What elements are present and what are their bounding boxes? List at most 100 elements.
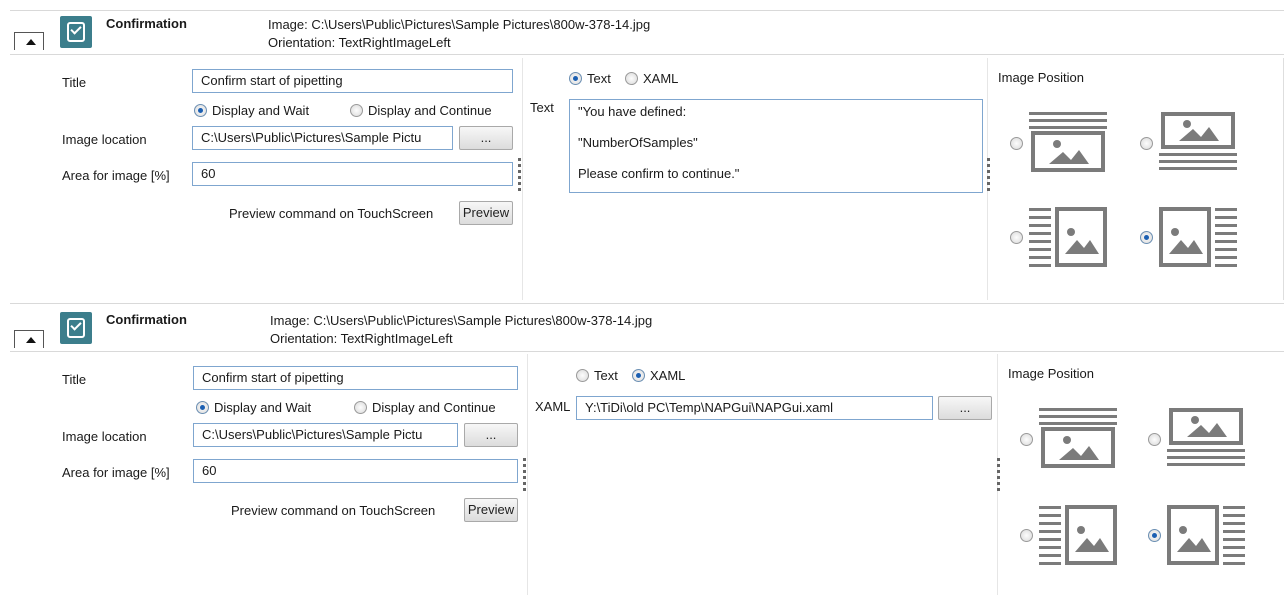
area-for-image-label: Area for image [%] bbox=[62, 465, 170, 480]
layout-image-bottom-icon bbox=[1029, 112, 1107, 172]
image-position-bottom-option[interactable] bbox=[1010, 112, 1109, 174]
content-column: Text XAML Text "You have defined: "Numbe… bbox=[522, 58, 990, 300]
preview-caption: Preview command on TouchScreen bbox=[231, 503, 436, 518]
image-position-right-option[interactable] bbox=[1020, 504, 1119, 566]
area-for-image-field[interactable]: 60 bbox=[192, 162, 513, 186]
layout-image-right-icon bbox=[1039, 505, 1117, 565]
display-and-wait-label: Display and Wait bbox=[212, 103, 310, 118]
radio-unselected-icon bbox=[1020, 432, 1033, 446]
settings-column: Title Confirm start of pipetting Display… bbox=[12, 58, 521, 300]
message-line: "NumberOfSamples" bbox=[578, 135, 698, 150]
title-field[interactable]: Confirm start of pipetting bbox=[193, 366, 518, 390]
command-title: Confirmation bbox=[106, 312, 187, 327]
display-and-continue-label: Display and Continue bbox=[372, 400, 496, 415]
confirmation-icon bbox=[60, 312, 92, 344]
title-label: Title bbox=[62, 75, 87, 90]
layout-image-top-icon bbox=[1159, 112, 1237, 170]
layout-image-left-icon bbox=[1167, 505, 1245, 565]
display-and-wait-label: Display and Wait bbox=[214, 400, 312, 415]
image-position-top-option[interactable] bbox=[1148, 408, 1247, 470]
text-label: Text bbox=[530, 100, 554, 115]
radio-unselected-icon bbox=[1010, 136, 1023, 150]
xaml-path-field[interactable]: Y:\TiDi\old PC\Temp\NAPGui\NAPGui.xaml bbox=[576, 396, 933, 420]
image-location-field[interactable]: C:\Users\Public\Pictures\Sample Pictu bbox=[193, 423, 458, 447]
area-for-image-field[interactable]: 60 bbox=[193, 459, 518, 483]
title-label: Title bbox=[62, 372, 87, 387]
image-path-info: Image: C:\Users\Public\Pictures\Sample P… bbox=[268, 17, 651, 32]
display-and-continue-radio[interactable]: Display and Continue bbox=[350, 103, 492, 118]
radio-selected-icon bbox=[194, 104, 207, 117]
layout-image-right-icon bbox=[1029, 207, 1107, 267]
mode-text-radio[interactable]: Text bbox=[576, 368, 618, 383]
image-position-top-option[interactable] bbox=[1140, 112, 1239, 174]
radio-unselected-icon bbox=[576, 369, 589, 382]
command-info: Image: C:\Users\Public\Pictures\Sample P… bbox=[270, 312, 652, 348]
image-location-label: Image location bbox=[62, 429, 147, 444]
layout-image-left-icon bbox=[1159, 207, 1237, 267]
image-position-bottom-option[interactable] bbox=[1020, 408, 1119, 470]
radio-unselected-icon bbox=[354, 401, 367, 414]
image-location-label: Image location bbox=[62, 132, 147, 147]
image-location-field[interactable]: C:\Users\Public\Pictures\Sample Pictu bbox=[192, 126, 453, 150]
content-column: Text XAML XAML Y:\TiDi\old PC\Temp\NAPGu… bbox=[527, 354, 1000, 595]
image-position-label: Image Position bbox=[998, 70, 1084, 85]
collapse-arrow-icon bbox=[26, 337, 36, 343]
layout-image-top-icon bbox=[1167, 408, 1245, 466]
message-text-area[interactable]: "You have defined: "NumberOfSamples" Ple… bbox=[569, 99, 983, 193]
mode-xaml-radio[interactable]: XAML bbox=[625, 71, 678, 86]
mode-text-label: Text bbox=[587, 71, 611, 86]
message-line: Please confirm to continue." bbox=[578, 166, 740, 181]
radio-unselected-icon bbox=[1148, 432, 1161, 446]
collapse-button[interactable] bbox=[14, 330, 44, 348]
image-position-right-option[interactable] bbox=[1010, 206, 1109, 268]
mode-xaml-radio[interactable]: XAML bbox=[632, 368, 685, 383]
command-panel-2: Confirmation Image: C:\Users\Public\Pict… bbox=[0, 300, 1284, 595]
area-for-image-label: Area for image [%] bbox=[62, 168, 170, 183]
radio-unselected-icon bbox=[625, 72, 638, 85]
radio-selected-icon bbox=[632, 369, 645, 382]
image-path-info: Image: C:\Users\Public\Pictures\Sample P… bbox=[270, 313, 653, 328]
mode-xaml-label: XAML bbox=[650, 368, 686, 383]
image-position-left-option[interactable] bbox=[1140, 206, 1239, 268]
confirmation-icon bbox=[60, 16, 92, 48]
image-position-left-option[interactable] bbox=[1148, 504, 1247, 566]
preview-button[interactable]: Preview bbox=[464, 498, 518, 522]
radio-unselected-icon bbox=[1140, 136, 1153, 150]
radio-unselected-icon bbox=[1020, 528, 1033, 542]
command-header: Confirmation Image: C:\Users\Public\Pict… bbox=[0, 300, 1284, 356]
radio-unselected-icon bbox=[1010, 230, 1023, 244]
orientation-info: Orientation: TextRightImageLeft bbox=[270, 331, 453, 346]
image-browse-button[interactable]: ... bbox=[459, 126, 513, 150]
layout-image-bottom-icon bbox=[1039, 408, 1117, 468]
display-and-wait-radio[interactable]: Display and Wait bbox=[196, 400, 311, 415]
preview-button[interactable]: Preview bbox=[459, 201, 513, 225]
preview-caption: Preview command on TouchScreen bbox=[229, 206, 434, 221]
command-header: Confirmation Image: C:\Users\Public\Pict… bbox=[0, 0, 1284, 56]
radio-selected-icon bbox=[1148, 528, 1161, 542]
mode-xaml-label: XAML bbox=[643, 71, 679, 86]
collapse-button[interactable] bbox=[14, 32, 44, 50]
display-and-wait-radio[interactable]: Display and Wait bbox=[194, 103, 309, 118]
image-browse-button[interactable]: ... bbox=[464, 423, 518, 447]
image-position-column: Image Position bbox=[1000, 354, 1284, 595]
xaml-browse-button[interactable]: ... bbox=[938, 396, 992, 420]
mode-text-label: Text bbox=[594, 368, 618, 383]
display-and-continue-label: Display and Continue bbox=[368, 103, 492, 118]
command-title: Confirmation bbox=[106, 16, 187, 31]
image-position-label: Image Position bbox=[1008, 366, 1094, 381]
command-panel-1: Confirmation Image: C:\Users\Public\Pict… bbox=[0, 0, 1284, 300]
image-position-column: Image Position bbox=[990, 58, 1284, 300]
title-field[interactable]: Confirm start of pipetting bbox=[192, 69, 513, 93]
message-line: "You have defined: bbox=[578, 104, 687, 119]
xaml-label: XAML bbox=[535, 399, 571, 414]
radio-selected-icon bbox=[569, 72, 582, 85]
radio-selected-icon bbox=[196, 401, 209, 414]
orientation-info: Orientation: TextRightImageLeft bbox=[268, 35, 451, 50]
collapse-arrow-icon bbox=[26, 39, 36, 45]
radio-selected-icon bbox=[1140, 230, 1153, 244]
settings-column: Title Confirm start of pipetting Display… bbox=[12, 354, 526, 595]
radio-unselected-icon bbox=[350, 104, 363, 117]
mode-text-radio[interactable]: Text bbox=[569, 71, 611, 86]
command-info: Image: C:\Users\Public\Pictures\Sample P… bbox=[268, 16, 650, 52]
display-and-continue-radio[interactable]: Display and Continue bbox=[354, 400, 496, 415]
